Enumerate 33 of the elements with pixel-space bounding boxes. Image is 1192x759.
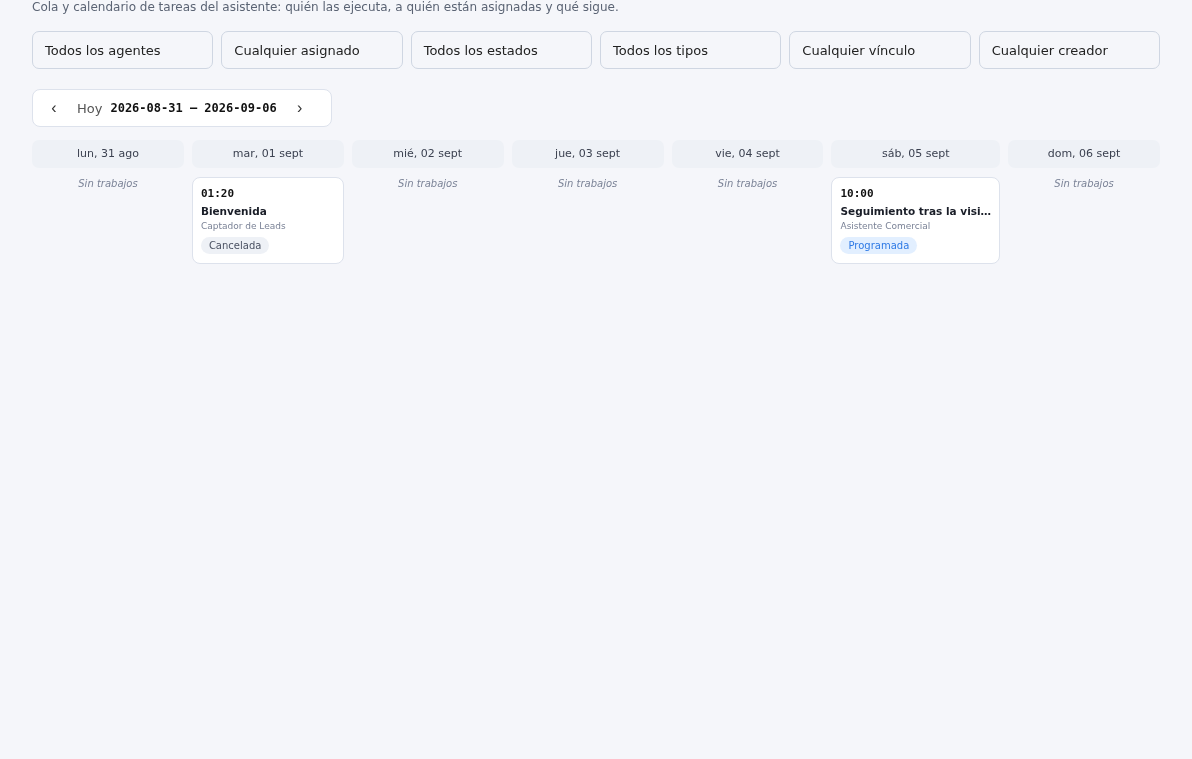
- status-badge: Programada: [840, 237, 918, 254]
- filter-dropdown[interactable]: Cualquier asignado: [221, 31, 403, 69]
- previous-week-button[interactable]: ‹: [41, 99, 67, 117]
- today-button[interactable]: Hoy: [77, 100, 103, 116]
- day-header: jue, 03 sept: [511, 140, 664, 168]
- next-week-button[interactable]: ›: [286, 99, 313, 117]
- empty-day-text: Sin trabajos: [556, 178, 619, 189]
- page-description: Cola y calendario de tareas del asistente: quién las ejecuta, a quién están asignadas y qué sigue.: [32, 0, 620, 14]
- job-title: Seguimiento tras la visi…: [840, 205, 992, 217]
- job-card[interactable]: 01:20 Bienvenida Captador de Leads Cancelada: [191, 177, 344, 264]
- filter-dropdown[interactable]: Todos los estados: [410, 31, 592, 69]
- job-agent: Captador de Leads: [200, 221, 287, 231]
- filter-dropdown[interactable]: Todos los tipos: [600, 31, 782, 69]
- empty-day-text: Sin trabajos: [1053, 178, 1115, 189]
- filter-dropdown[interactable]: Cualquier creador: [978, 31, 1160, 69]
- day-header: lun, 31 ago: [32, 140, 184, 168]
- day-header: mié, 02 sept: [351, 140, 504, 168]
- day-header: dom, 06 sept: [1008, 140, 1160, 168]
- empty-day-text: Sin trabajos: [716, 178, 779, 189]
- empty-day-text: Sin trabajos: [77, 178, 139, 189]
- job-title: Bienvenida: [200, 205, 268, 217]
- empty-day-text: Sin trabajos: [397, 178, 459, 189]
- job-agent: Asistente Comercial: [840, 221, 932, 231]
- day-header: vie, 04 sept: [671, 140, 824, 168]
- day-header: mar, 01 sept: [191, 140, 344, 168]
- job-card[interactable]: 10:00 Seguimiento tras la visi… Asistente Comercial Programada: [831, 177, 1001, 264]
- filter-dropdown[interactable]: Todos los agentes: [32, 31, 214, 69]
- day-header: sáb, 05 sept: [831, 140, 1001, 168]
- job-time: 01:20: [200, 187, 235, 200]
- job-time: 10:00: [840, 187, 875, 200]
- date-range: 2026-08-31 – 2026-09-06: [110, 101, 277, 115]
- filter-dropdown[interactable]: Cualquier vínculo: [789, 31, 971, 69]
- status-badge: Cancelada: [200, 237, 270, 254]
